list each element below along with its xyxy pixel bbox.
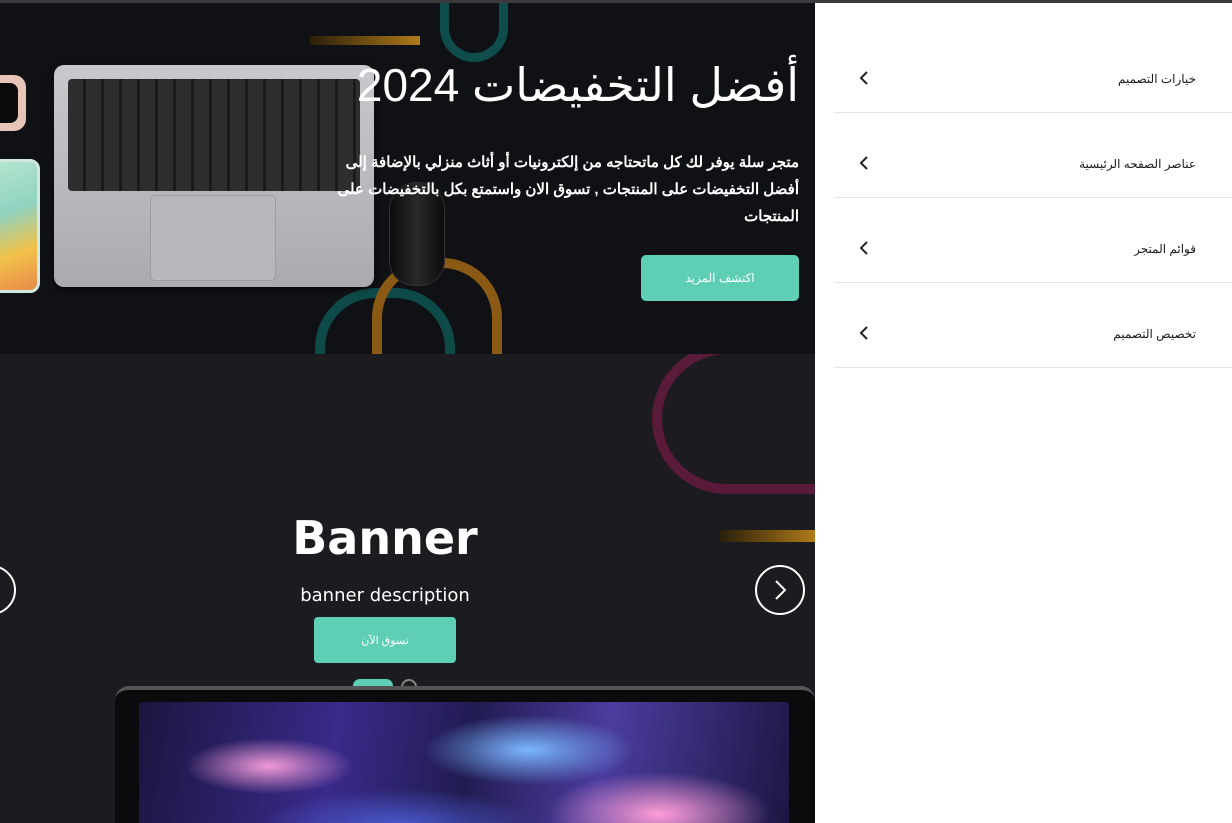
- hero-section: أفضل التخفيضات 2024 متجر سلة يوفر لك كل …: [0, 3, 815, 354]
- panel-item-label: عناصر الصفحه الرئيسية: [1079, 157, 1196, 171]
- panel-item-design-options[interactable]: خيارات التصميم: [834, 27, 1232, 113]
- store-preview: أفضل التخفيضات 2024 متجر سلة يوفر لك كل …: [0, 3, 815, 823]
- shop-now-button[interactable]: تسوق الآن: [314, 617, 456, 663]
- customization-panel: خيارات التصميم عناصر الصفحه الرئيسية قوا…: [815, 3, 1232, 823]
- panel-item-store-menus[interactable]: قوائم المتجر: [834, 197, 1232, 283]
- panel-item-label: تخصيص التصميم: [1113, 327, 1196, 341]
- laptop-trackpad: [150, 195, 276, 281]
- laptop-screen: [139, 702, 789, 823]
- decorative-bar: [310, 36, 420, 45]
- hero-title: أفضل التخفيضات 2024: [356, 59, 799, 111]
- slider-prev-button[interactable]: ‹: [0, 565, 16, 615]
- banner-description: banner description: [300, 585, 470, 606]
- banner-slider: ‹ Banner banner description تسوق الآن: [0, 354, 815, 823]
- panel-item-label: قوائم المتجر: [1134, 242, 1196, 256]
- smartwatch-image: [0, 75, 26, 131]
- decorative-bar: [720, 530, 815, 542]
- panel-item-customize-design[interactable]: تخصيص التصميم: [834, 282, 1232, 368]
- decorative-ring: [440, 3, 508, 62]
- panel-item-homepage-elements[interactable]: عناصر الصفحه الرئيسية: [834, 112, 1232, 198]
- chevron-right-icon: [775, 580, 787, 600]
- laptop-image: [115, 686, 815, 823]
- discover-more-button[interactable]: اكتشف المزيد: [641, 255, 799, 301]
- hero-description: متجر سلة يوفر لك كل ماتحتاجه من إلكتروني…: [337, 154, 799, 225]
- chevron-left-icon: [859, 156, 868, 170]
- decorative-ring: [652, 354, 815, 494]
- laptop-keyboard: [68, 79, 360, 191]
- chevron-left-icon: [859, 326, 868, 340]
- smartphone-image: [0, 159, 40, 293]
- panel-item-label: خيارات التصميم: [1117, 72, 1196, 86]
- chevron-left-icon: [859, 71, 868, 85]
- banner-title: Banner: [292, 511, 478, 565]
- chevron-left-icon: [859, 241, 868, 255]
- slider-next-button[interactable]: [755, 565, 805, 615]
